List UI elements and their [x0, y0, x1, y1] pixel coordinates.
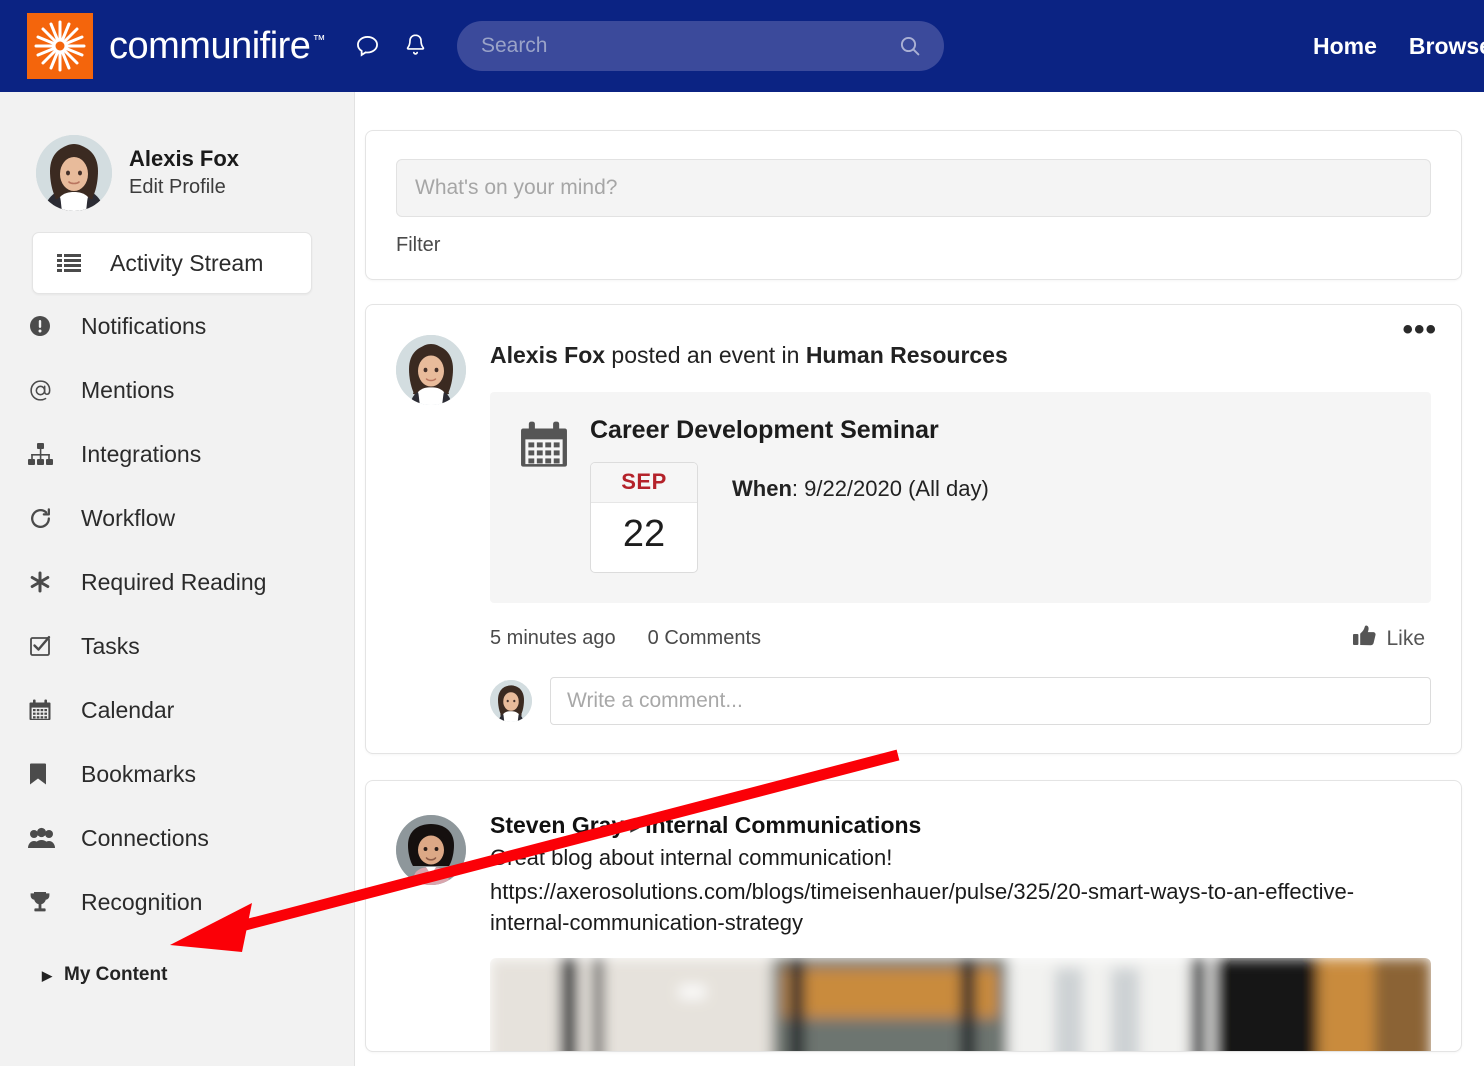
users-icon — [28, 824, 62, 852]
search-bar[interactable] — [456, 21, 944, 71]
event-day: 22 — [622, 512, 666, 555]
sidebar-item-label: Activity Stream — [110, 249, 264, 276]
header-icon-group — [335, 29, 431, 63]
post-author[interactable]: Alexis Fox — [490, 342, 605, 368]
profile-text: Alexis Fox Edit Profile — [129, 146, 239, 199]
brand-name-text: communifire — [109, 25, 311, 67]
post-byline: Alexis Fox posted an event in Human Reso… — [490, 331, 1431, 370]
profile-name: Alexis Fox — [129, 146, 240, 172]
top-navigation-bar: communifire™ Home Browse — [0, 0, 1484, 92]
post-action-text: posted an event in — [605, 342, 806, 368]
left-sidebar: Alexis Fox Edit Profile Activity Stream — [0, 92, 355, 1066]
sidebar-item-label: Recognition — [81, 888, 203, 915]
sidebar-item-label: Calendar — [81, 696, 175, 723]
post-composer-input[interactable] — [396, 159, 1431, 217]
sidebar-item-workflow[interactable]: Workflow — [0, 486, 354, 550]
search-input[interactable] — [456, 22, 944, 70]
brand-wordmark[interactable]: communifire ™ — [109, 27, 325, 65]
activity-post-event: ••• Alexis Fox posted an event in Human … — [365, 304, 1462, 754]
profile-summary[interactable]: Alexis Fox Edit Profile — [0, 130, 354, 216]
sidebar-item-label: Workflow — [81, 504, 176, 531]
avatar[interactable] — [396, 814, 466, 885]
chevron-right-icon: ▸ — [630, 816, 640, 837]
page-body: Alexis Fox Edit Profile Activity Stream — [0, 92, 1484, 1066]
activity-post-blog: Steven Gray ▸ Internal Communications Grea… — [365, 779, 1462, 1052]
sidebar-item-activity-stream[interactable]: Activity Stream — [32, 232, 312, 294]
bell-icon[interactable] — [401, 29, 431, 63]
check-square-icon — [28, 632, 62, 660]
sidebar-item-label: Tasks — [81, 632, 140, 659]
filter-button[interactable]: Filter — [396, 234, 440, 257]
sidebar-item-label: Notifications — [81, 312, 207, 339]
sidebar-menu: Activity Stream Notifications Mentions I… — [0, 232, 354, 934]
post-options-icon[interactable]: ••• — [1402, 315, 1437, 345]
exclamation-circle-icon — [28, 312, 62, 340]
sidebar-item-tasks[interactable]: Tasks — [0, 614, 354, 678]
post-comment-count[interactable]: 0 Comments — [648, 627, 761, 650]
event-date-chip: SEP 22 — [590, 461, 698, 573]
post-text: Great blog about internal communication! — [490, 845, 893, 871]
sidebar-item-label: My Content — [64, 964, 168, 985]
sidebar-item-integrations[interactable]: Integrations — [0, 422, 354, 486]
trademark-symbol: ™ — [312, 32, 325, 47]
event-month: SEP — [591, 462, 697, 503]
chat-icon[interactable] — [353, 29, 383, 63]
sitemap-icon — [28, 440, 62, 468]
sidebar-item-bookmarks[interactable]: Bookmarks — [0, 742, 354, 806]
calendar-icon — [518, 416, 574, 573]
event-when-label: When — [732, 475, 792, 501]
thumbs-up-icon — [1353, 625, 1377, 653]
event-when: When: 9/22/2020 (All day) — [732, 462, 989, 502]
sidebar-item-label: Bookmarks — [81, 760, 197, 787]
sidebar-item-label: Connections — [81, 824, 209, 851]
like-label: Like — [1386, 626, 1425, 650]
like-button[interactable]: Like — [1353, 625, 1431, 653]
post-timestamp: 5 minutes ago — [490, 627, 616, 650]
sidebar-item-label: Required Reading — [81, 568, 267, 595]
sidebar-item-label: Integrations — [81, 440, 202, 467]
comment-input[interactable] — [550, 676, 1431, 725]
refresh-icon — [28, 504, 62, 532]
post-author[interactable]: Steven Gray — [490, 812, 624, 838]
search-icon[interactable] — [898, 34, 922, 63]
main-content: Filter ••• — [356, 92, 1484, 1066]
post-space-link[interactable]: Human Resources — [806, 342, 1008, 368]
communifire-logo-icon[interactable] — [27, 13, 93, 79]
trophy-icon — [28, 888, 62, 916]
sidebar-item-recognition[interactable]: Recognition — [0, 870, 354, 934]
sidebar-item-label: Mentions — [81, 376, 175, 403]
edit-profile-link[interactable]: Edit Profile — [129, 175, 239, 199]
event-when-value: : 9/22/2020 (All day) — [791, 475, 989, 501]
comment-composer-row — [490, 676, 1431, 725]
sidebar-item-notifications[interactable]: Notifications — [0, 294, 354, 358]
chevron-right-icon: ▶ — [42, 967, 52, 983]
avatar[interactable] — [490, 679, 532, 722]
sidebar-item-my-content[interactable]: ▶ My Content — [0, 946, 354, 1004]
post-byline: Steven Gray ▸ Internal Communications — [490, 811, 1431, 841]
event-card[interactable]: Career Development Seminar SEP 22 When: … — [490, 391, 1431, 603]
sidebar-item-calendar[interactable]: Calendar — [0, 678, 354, 742]
sidebar-item-connections[interactable]: Connections — [0, 806, 354, 870]
list-icon — [57, 249, 91, 277]
post-attached-image[interactable] — [490, 958, 1431, 1051]
asterisk-icon — [28, 568, 62, 596]
bookmark-icon — [28, 760, 62, 788]
avatar[interactable] — [396, 335, 466, 405]
event-title[interactable]: Career Development Seminar — [590, 416, 1403, 445]
calendar-icon — [28, 696, 62, 724]
post-meta-row: 5 minutes ago 0 Comments Like — [490, 625, 1431, 653]
top-nav-links: Home Browse — [1313, 33, 1484, 60]
at-sign-icon — [28, 376, 62, 404]
nav-link-home[interactable]: Home — [1313, 33, 1409, 60]
nav-link-browse[interactable]: Browse — [1409, 33, 1484, 60]
sidebar-item-mentions[interactable]: Mentions — [0, 358, 354, 422]
post-space-link[interactable]: Internal Communications — [645, 812, 921, 838]
post-composer-card: Filter — [365, 130, 1462, 280]
sidebar-item-required-reading[interactable]: Required Reading — [0, 550, 354, 614]
post-link[interactable]: https://axerosolutions.com/blogs/timeise… — [490, 876, 1431, 938]
avatar[interactable] — [36, 135, 112, 211]
